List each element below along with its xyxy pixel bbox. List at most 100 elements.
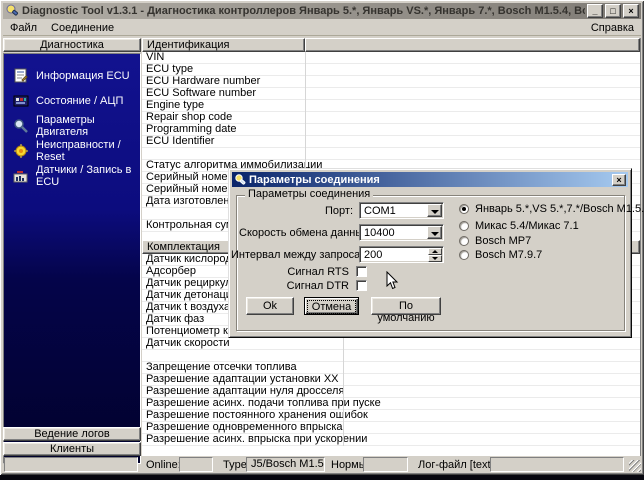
sidebar-item-label: Параметры Двигателя	[36, 114, 140, 138]
baud-select[interactable]: 10400	[359, 224, 444, 241]
dialog-title: Параметры соединения	[249, 174, 612, 186]
table-row[interactable]: Разрешение одновременного впрыска	[142, 422, 640, 434]
rts-label: Сигнал RTS	[239, 266, 349, 278]
table-row[interactable]: Разрешение адаптации установки ХХ	[142, 374, 640, 386]
sidebar: Диагностика Информация ECU	[3, 38, 141, 456]
engine-params-icon	[13, 118, 29, 134]
menu-file[interactable]: Файл	[3, 21, 44, 35]
sidebar-item-sensors-write[interactable]: Датчики / Запись в ECU	[4, 163, 140, 188]
sidebar-item-label: Датчики / Запись в ECU	[36, 164, 140, 188]
table-row[interactable]	[142, 350, 640, 362]
table-row[interactable]: Разрешение постоянного хранения ошибок	[142, 410, 640, 422]
row-label: Датчик детонации	[142, 290, 238, 301]
resize-grip-icon[interactable]	[629, 460, 641, 472]
table-row[interactable]: ECU type	[142, 64, 640, 76]
online-label: Online:	[146, 458, 181, 472]
dtr-checkbox[interactable]	[356, 280, 367, 291]
close-button[interactable]: ×	[623, 4, 639, 18]
row-label: VIN	[142, 52, 164, 63]
table-row[interactable]: Engine type	[142, 100, 640, 112]
connection-settings-dialog: Параметры соединения × Параметры соедине…	[228, 168, 632, 338]
radio-icon[interactable]	[459, 236, 469, 246]
port-dropdown-button[interactable]	[427, 204, 442, 217]
table-row[interactable]: ECU Identifier	[142, 136, 640, 148]
table-row[interactable]: Разрешение адаптации нуля дросселя	[142, 386, 640, 398]
spin-down-button[interactable]	[428, 255, 442, 262]
row-label: Адсорбер	[142, 266, 196, 277]
sidebar-item-ecu-info[interactable]: Информация ECU	[4, 63, 140, 88]
table-row[interactable]: ECU Software number	[142, 88, 640, 100]
row-label: Programming date	[142, 124, 237, 135]
row-label: ECU Identifier	[142, 136, 214, 147]
sidebar-header-logs[interactable]: Ведение логов	[3, 427, 141, 441]
rts-checkbox[interactable]	[356, 266, 367, 277]
dialog-titlebar[interactable]: Параметры соединения ×	[232, 172, 628, 187]
table-row[interactable]: Repair shop code	[142, 112, 640, 124]
titlebar[interactable]: Diagnostic Tool v1.3.1 - Диагностика кон…	[3, 3, 641, 19]
sidebar-item-adc-state[interactable]: Состояние / АЦП	[4, 88, 140, 113]
menu-connection[interactable]: Соединение	[44, 21, 121, 35]
baud-label: Скорость обмена данными:	[239, 227, 353, 239]
table-row[interactable]	[142, 148, 640, 160]
row-label: Разрешение асинх. впрыска при ускорении	[142, 434, 367, 445]
adc-state-icon	[13, 93, 29, 109]
port-select[interactable]: COM1	[359, 202, 444, 219]
dialog-close-button[interactable]: ×	[612, 174, 626, 186]
protocol-option-yanvar[interactable]: Январь 5.*,VS 5.*,7.*/Bosch M1.5.4(N)	[459, 202, 644, 215]
menu-help[interactable]: Справка	[584, 21, 641, 35]
app-icon	[5, 4, 19, 18]
sidebar-item-label: Неисправности / Reset	[36, 139, 140, 163]
row-label: ECU Software number	[142, 88, 256, 99]
titlebar-buttons: _ □ ×	[587, 4, 639, 18]
row-label: ECU Hardware number	[142, 76, 260, 87]
sidebar-header-diagnostics[interactable]: Диагностика	[3, 38, 141, 52]
table-row[interactable]: Датчик скорости	[142, 338, 640, 350]
table-row[interactable]: Programming date	[142, 124, 640, 136]
ecu-info-icon	[13, 68, 29, 84]
table-row[interactable]: ECU Hardware number	[142, 76, 640, 88]
sidebar-item-engine-params[interactable]: Параметры Двигателя	[4, 113, 140, 138]
maximize-button[interactable]: □	[605, 4, 621, 18]
identification-value-header-cell	[305, 38, 640, 52]
radio-icon[interactable]	[459, 221, 469, 231]
radio-label: Микас 5.4/Микас 7.1	[475, 220, 579, 232]
interval-label: Интервал между запросами:	[231, 249, 353, 261]
sidebar-nav: Информация ECU Состояние / АЦП	[3, 53, 141, 464]
cancel-button[interactable]: Отмена	[304, 297, 359, 315]
sidebar-item-label: Информация ECU	[36, 70, 130, 82]
ok-button[interactable]: Ok	[246, 297, 294, 315]
radio-icon[interactable]	[459, 204, 469, 214]
default-button[interactable]: По умолчанию	[371, 297, 441, 315]
protocol-option-mikas[interactable]: Микас 5.4/Микас 7.1	[459, 219, 579, 232]
row-label: Дата изготовления	[142, 196, 242, 207]
row-label	[142, 148, 146, 159]
window-title: Diagnostic Tool v1.3.1 - Диагностика кон…	[22, 5, 585, 17]
screen: Diagnostic Tool v1.3.1 - Диагностика кон…	[0, 0, 644, 480]
baud-dropdown-button[interactable]	[427, 226, 442, 239]
identification-table-header: Идентификация	[142, 38, 640, 52]
row-label: ECU type	[142, 64, 193, 75]
minimize-button[interactable]: _	[587, 4, 603, 18]
table-row[interactable]: VIN	[142, 52, 640, 64]
spin-up-button[interactable]	[428, 248, 442, 255]
table-row[interactable]: Разрешение асинх. подачи топлива при пус…	[142, 398, 640, 410]
protocol-option-bosch-mp7[interactable]: Bosch MP7	[459, 234, 531, 247]
sidebar-item-faults-reset[interactable]: Неисправности / Reset	[4, 138, 140, 163]
interval-spinner[interactable]: 200	[359, 246, 444, 263]
faults-reset-icon	[13, 143, 29, 159]
row-label: Engine type	[142, 100, 204, 111]
statusbar: Online: Type: J5/Bosch M1.5.4 Нормы: Лог…	[3, 457, 641, 473]
sidebar-header-clients[interactable]: Клиенты	[3, 442, 141, 456]
row-label	[142, 350, 146, 361]
protocol-option-bosch-m797[interactable]: Bosch M7.9.7	[459, 248, 542, 261]
table-row[interactable]: Разрешение асинх. впрыска при ускорении	[142, 434, 640, 446]
chevron-up-icon	[432, 250, 438, 253]
port-label: Порт:	[239, 205, 353, 217]
radio-icon[interactable]	[459, 250, 469, 260]
status-left-panel	[4, 457, 138, 472]
row-label: Разрешение постоянного хранения ошибок	[142, 410, 368, 421]
mouse-cursor-icon	[386, 271, 399, 291]
row-label: Запрещение отсечки топлива	[142, 362, 297, 373]
table-row[interactable]: Запрещение отсечки топлива	[142, 362, 640, 374]
logfile-label: Лог-файл [text]:	[418, 458, 497, 472]
